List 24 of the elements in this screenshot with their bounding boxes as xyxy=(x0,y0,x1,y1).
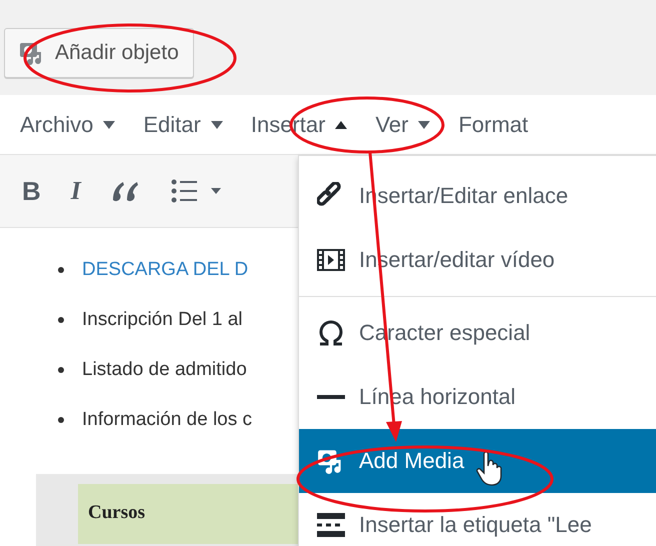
caret-down-icon xyxy=(418,120,430,128)
caret-down-icon xyxy=(210,120,223,128)
bullet-icon xyxy=(58,317,64,323)
bullet-icon xyxy=(58,417,64,423)
menu-item[interactable]: Format xyxy=(450,108,536,142)
italic-button[interactable]: I xyxy=(66,174,85,208)
bullet-icon xyxy=(58,267,64,273)
list-item-text: Inscripción Del 1 al xyxy=(82,309,243,331)
download-link[interactable]: DESCARGA DEL D xyxy=(82,259,248,281)
list-item-text: Listado de admitido xyxy=(82,359,247,381)
bold-button[interactable]: B xyxy=(18,174,45,208)
add-media-button[interactable]: Añadir objeto xyxy=(4,28,194,78)
menu-item[interactable]: Editar xyxy=(135,108,231,142)
menu-option[interactable]: Add Media xyxy=(299,429,656,493)
menu-item[interactable]: Ver xyxy=(367,108,438,142)
hand-cursor-icon xyxy=(476,452,502,486)
read-more-icon xyxy=(317,513,345,537)
menu-item[interactable]: Archivo xyxy=(12,108,124,142)
list-item-text: Información de los c xyxy=(82,409,252,431)
caret-down-icon xyxy=(103,120,116,128)
caret-up-icon xyxy=(335,120,348,128)
omega-icon xyxy=(317,320,345,346)
bullet-icon xyxy=(58,367,64,373)
film-icon xyxy=(317,249,345,271)
